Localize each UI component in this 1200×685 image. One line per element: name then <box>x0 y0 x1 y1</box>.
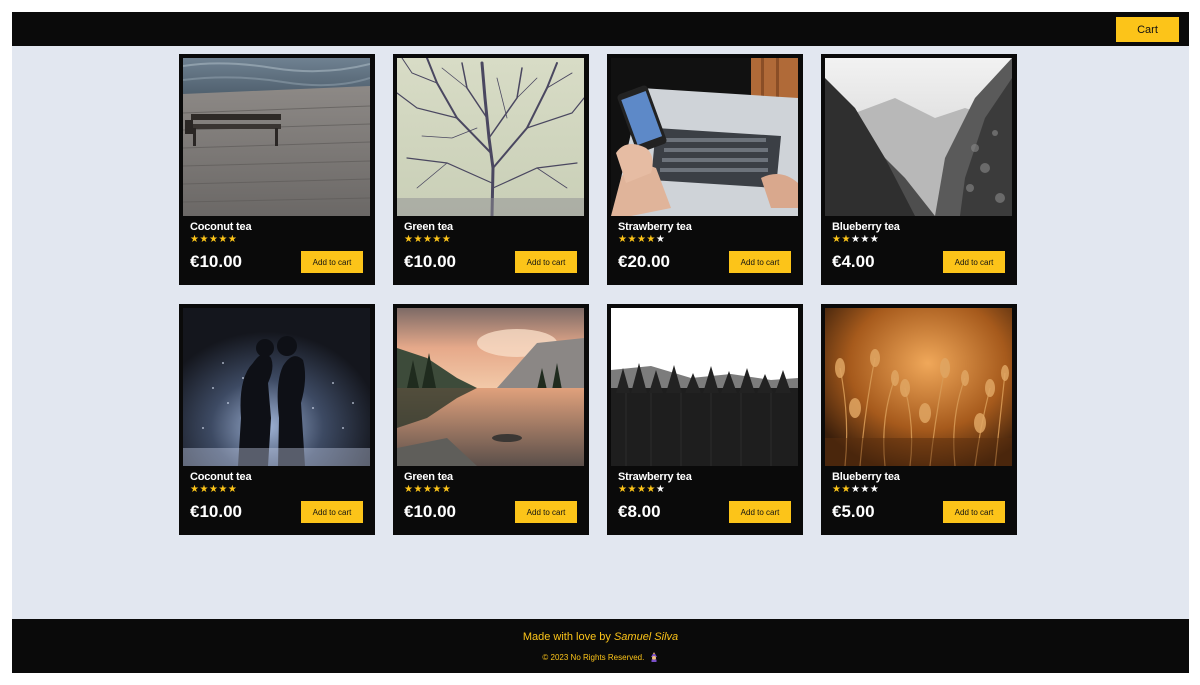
star-filled-icon: ★ <box>432 234 442 245</box>
star-filled-icon: ★ <box>441 484 452 495</box>
product-name: Green tea <box>404 471 453 483</box>
product-card: Blueberry tea ★★★★★ €4.00 Add to cart <box>821 54 1017 285</box>
star-filled-icon: ★ <box>413 234 423 245</box>
star-filled-icon: ★ <box>227 484 238 495</box>
add-to-cart-button[interactable]: Add to cart <box>729 251 791 273</box>
product-name: Strawberry tea <box>618 221 692 233</box>
product-price: €5.00 <box>832 502 875 521</box>
star-empty-icon: ★ <box>655 484 666 495</box>
star-filled-icon: ★ <box>627 484 637 495</box>
star-rating: ★★★★★ <box>190 234 237 246</box>
add-to-cart-button[interactable]: Add to cart <box>729 501 791 523</box>
star-filled-icon: ★ <box>832 484 842 495</box>
star-rating: ★★★★★ <box>190 484 237 496</box>
product-price: €10.00 <box>404 252 456 271</box>
product-card: Blueberry tea ★★★★★ €5.00 Add to cart <box>821 304 1017 535</box>
product-name: Green tea <box>404 221 453 233</box>
star-filled-icon: ★ <box>832 234 842 245</box>
star-empty-icon: ★ <box>869 234 880 245</box>
product-image-forest-treeline <box>611 308 798 466</box>
product-name: Strawberry tea <box>618 471 692 483</box>
star-filled-icon: ★ <box>618 234 628 245</box>
star-rating: ★★★★★ <box>404 234 451 246</box>
add-to-cart-button[interactable]: Add to cart <box>301 251 363 273</box>
star-filled-icon: ★ <box>636 484 647 495</box>
star-empty-icon: ★ <box>869 484 880 495</box>
add-to-cart-button[interactable]: Add to cart <box>515 501 577 523</box>
product-price: €8.00 <box>618 502 661 521</box>
product-card: Green tea ★★★★★ €10.00 Add to cart <box>393 304 589 535</box>
product-card: Strawberry tea ★★★★★ €20.00 Add to cart <box>607 54 803 285</box>
product-card: Coconut tea ★★★★★ €10.00 Add to cart <box>179 304 375 535</box>
star-filled-icon: ★ <box>432 484 442 495</box>
star-filled-icon: ★ <box>413 484 423 495</box>
footer: Made with love by Samuel Silva © 2023 No… <box>12 619 1189 673</box>
product-image-golden-grass <box>825 308 1012 466</box>
footer-credit: Made with love by Samuel Silva <box>12 631 1189 643</box>
footer-author-link[interactable]: Samuel Silva <box>614 631 678 643</box>
star-filled-icon: ★ <box>404 484 414 495</box>
product-price: €20.00 <box>618 252 670 271</box>
star-empty-icon: ★ <box>860 234 870 245</box>
wizard-emoji-icon <box>649 652 659 662</box>
product-image-phone-laptop <box>611 58 798 216</box>
product-price: €10.00 <box>190 252 242 271</box>
star-empty-icon: ★ <box>850 234 861 245</box>
star-rating: ★★★★★ <box>404 484 451 496</box>
add-to-cart-button[interactable]: Add to cart <box>301 501 363 523</box>
product-image-couple-rain <box>183 308 370 466</box>
star-filled-icon: ★ <box>218 234 228 245</box>
product-image-mountain-lake <box>397 308 584 466</box>
product-name: Blueberry tea <box>832 221 900 233</box>
star-filled-icon: ★ <box>227 234 238 245</box>
star-empty-icon: ★ <box>850 484 861 495</box>
footer-copyright: © 2023 No Rights Reserved. <box>12 652 1189 662</box>
footer-made-with: Made with love by <box>522 631 611 643</box>
star-filled-icon: ★ <box>636 234 647 245</box>
product-image-pier-bench <box>183 58 370 216</box>
product-card: Strawberry tea ★★★★★ €8.00 Add to cart <box>607 304 803 535</box>
product-grid: Coconut tea ★★★★★ €10.00 Add to cart Gre… <box>179 54 1019 535</box>
star-filled-icon: ★ <box>199 234 209 245</box>
add-to-cart-button[interactable]: Add to cart <box>515 251 577 273</box>
star-empty-icon: ★ <box>860 484 870 495</box>
product-name: Coconut tea <box>190 471 252 483</box>
copyright-text: © 2023 No Rights Reserved. <box>542 653 645 662</box>
page-frame: Cart Coconut tea ★★★★★ €10.00 Add to car… <box>12 12 1189 673</box>
product-name: Blueberry tea <box>832 471 900 483</box>
star-rating: ★★★★★ <box>618 234 665 246</box>
product-card: Coconut tea ★★★★★ €10.00 Add to cart <box>179 54 375 285</box>
star-filled-icon: ★ <box>646 234 656 245</box>
product-price: €4.00 <box>832 252 875 271</box>
star-filled-icon: ★ <box>841 234 851 245</box>
star-empty-icon: ★ <box>655 234 666 245</box>
top-navbar: Cart <box>12 12 1189 46</box>
star-filled-icon: ★ <box>646 484 656 495</box>
star-filled-icon: ★ <box>422 484 433 495</box>
star-filled-icon: ★ <box>841 484 851 495</box>
star-filled-icon: ★ <box>208 234 219 245</box>
star-rating: ★★★★★ <box>618 484 665 496</box>
product-image-bare-tree <box>397 58 584 216</box>
add-to-cart-button[interactable]: Add to cart <box>943 251 1005 273</box>
product-price: €10.00 <box>404 502 456 521</box>
star-filled-icon: ★ <box>218 484 228 495</box>
product-name: Coconut tea <box>190 221 252 233</box>
add-to-cart-button[interactable]: Add to cart <box>943 501 1005 523</box>
star-filled-icon: ★ <box>627 234 637 245</box>
star-filled-icon: ★ <box>190 234 200 245</box>
star-filled-icon: ★ <box>404 234 414 245</box>
product-card: Green tea ★★★★★ €10.00 Add to cart <box>393 54 589 285</box>
star-filled-icon: ★ <box>618 484 628 495</box>
star-filled-icon: ★ <box>422 234 433 245</box>
star-rating: ★★★★★ <box>832 484 879 496</box>
star-filled-icon: ★ <box>190 484 200 495</box>
star-rating: ★★★★★ <box>832 234 879 246</box>
cart-button[interactable]: Cart <box>1116 17 1179 42</box>
star-filled-icon: ★ <box>199 484 209 495</box>
product-image-misty-valley <box>825 58 1012 216</box>
product-price: €10.00 <box>190 502 242 521</box>
star-filled-icon: ★ <box>441 234 452 245</box>
star-filled-icon: ★ <box>208 484 219 495</box>
